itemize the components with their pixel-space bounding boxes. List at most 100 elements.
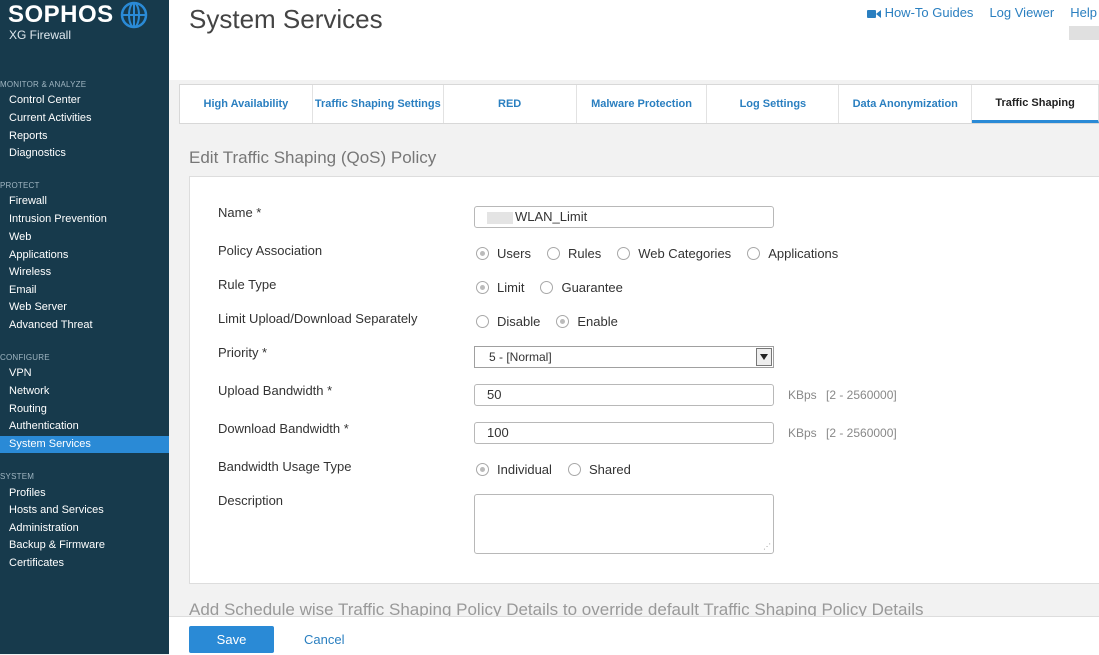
- user-menu[interactable]: [1069, 26, 1099, 40]
- radio-disable-control[interactable]: [476, 315, 489, 328]
- cancel-button[interactable]: Cancel: [304, 632, 344, 647]
- radio-enable-control[interactable]: [556, 315, 570, 328]
- save-button[interactable]: Save: [189, 626, 274, 653]
- nav-section-system: SYSTEM: [0, 472, 35, 481]
- radio-shared-control[interactable]: [567, 463, 581, 476]
- tab-log-settings[interactable]: Log Settings: [707, 85, 840, 123]
- tab-bar: High Availability Traffic Shaping Settin…: [179, 84, 1099, 124]
- sidebar-item-administration[interactable]: Administration: [0, 520, 169, 537]
- footer-bar: Save Cancel: [169, 616, 1099, 655]
- radio-enable[interactable]: Enable: [556, 314, 618, 329]
- radio-applications-label: Applications: [768, 246, 839, 261]
- name-label: Name *: [218, 205, 262, 220]
- upload-bandwidth-input[interactable]: 50: [474, 384, 774, 406]
- howto-guides-link[interactable]: How-To Guides: [866, 5, 974, 20]
- radio-rules-control[interactable]: [546, 247, 560, 260]
- upload-unit: KBps: [788, 388, 817, 402]
- radio-guarantee[interactable]: Guarantee: [540, 280, 623, 295]
- sidebar-item-wireless[interactable]: Wireless: [0, 264, 169, 281]
- rule-type-radios: Limit Guarantee: [476, 280, 639, 295]
- tab-data-anonymization[interactable]: Data Anonymization: [839, 85, 973, 123]
- description-textarea[interactable]: ⋰: [474, 494, 774, 554]
- nav-section-configure: CONFIGURE: [0, 353, 50, 362]
- radio-individual-label: Individual: [497, 462, 552, 477]
- sidebar-item-profiles[interactable]: Profiles: [0, 485, 169, 502]
- sidebar-item-authentication[interactable]: Authentication: [0, 418, 169, 435]
- name-input[interactable]: WLAN_Limit: [474, 206, 774, 228]
- sidebar-item-vpn[interactable]: VPN: [0, 365, 169, 382]
- radio-shared[interactable]: Shared: [567, 462, 631, 477]
- radio-individual[interactable]: Individual: [476, 462, 552, 477]
- radio-guarantee-label: Guarantee: [561, 280, 623, 295]
- sidebar-item-reports[interactable]: Reports: [0, 128, 169, 145]
- radio-limit-control[interactable]: [476, 281, 489, 294]
- radio-shared-label: Shared: [588, 462, 631, 477]
- priority-label: Priority *: [218, 345, 268, 360]
- logo-text: SOPHOS: [8, 1, 114, 28]
- radio-web-categories[interactable]: Web Categories: [617, 246, 731, 261]
- tab-traffic-shaping-settings[interactable]: Traffic Shaping Settings: [313, 85, 444, 123]
- sidebar-item-current-activities[interactable]: Current Activities: [0, 110, 169, 127]
- sidebar-item-certificates[interactable]: Certificates: [0, 555, 169, 572]
- radio-rules-label: Rules: [567, 246, 602, 261]
- radio-limit-label: Limit: [497, 280, 525, 295]
- howto-guides-label: How-To Guides: [884, 5, 974, 20]
- radio-rules[interactable]: Rules: [546, 246, 602, 261]
- form-panel: Name * WLAN_Limit Policy Association Use…: [189, 176, 1099, 584]
- sidebar-item-web[interactable]: Web: [0, 229, 169, 246]
- policy-association-label: Policy Association: [218, 243, 323, 258]
- download-bandwidth-input[interactable]: 100: [474, 422, 774, 444]
- sidebar-item-network[interactable]: Network: [0, 383, 169, 400]
- video-camera-icon: [866, 9, 881, 18]
- sophos-logo: SOPHOS: [8, 1, 148, 29]
- sidebar-item-email[interactable]: Email: [0, 282, 169, 299]
- usage-type-label: Bandwidth Usage Type: [218, 459, 352, 474]
- sidebar-item-routing[interactable]: Routing: [0, 401, 169, 418]
- usage-type-radios: Individual Shared: [476, 462, 647, 477]
- radio-users[interactable]: Users: [476, 246, 531, 261]
- tab-malware-protection[interactable]: Malware Protection: [577, 85, 708, 123]
- rule-type-label: Rule Type: [218, 277, 277, 292]
- sidebar-item-web-server[interactable]: Web Server: [0, 299, 169, 316]
- radio-disable[interactable]: Disable: [476, 314, 540, 329]
- radio-applications-control[interactable]: [747, 247, 761, 260]
- radio-users-control[interactable]: [476, 247, 489, 260]
- name-value: WLAN_Limit: [515, 209, 588, 224]
- radio-limit[interactable]: Limit: [476, 280, 524, 295]
- radio-web-categories-label: Web Categories: [638, 246, 732, 261]
- radio-web-categories-control[interactable]: [617, 247, 631, 260]
- sidebar-item-diagnostics[interactable]: Diagnostics: [0, 145, 169, 162]
- priority-select[interactable]: 5 - [Normal]: [474, 346, 774, 368]
- nav-section-protect: PROTECT: [0, 181, 40, 190]
- tab-high-availability[interactable]: High Availability: [180, 85, 313, 123]
- radio-applications[interactable]: Applications: [747, 246, 838, 261]
- page-title: System Services: [189, 4, 383, 34]
- sidebar-item-advanced-threat[interactable]: Advanced Threat: [0, 317, 169, 334]
- radio-individual-control[interactable]: [476, 463, 489, 476]
- priority-value: 5 - [Normal]: [489, 350, 552, 364]
- sidebar-item-system-services[interactable]: System Services: [0, 436, 169, 453]
- top-links: How-To Guides Log Viewer Help: [866, 5, 1099, 20]
- sidebar-item-firewall[interactable]: Firewall: [0, 193, 169, 210]
- help-link[interactable]: Help: [1070, 5, 1097, 20]
- log-viewer-link[interactable]: Log Viewer: [989, 5, 1054, 20]
- product-name: XG Firewall: [9, 28, 72, 42]
- sidebar: SOPHOS XG Firewall MONITOR & ANALYZE Con…: [0, 0, 169, 654]
- radio-enable-label: Enable: [577, 314, 618, 329]
- download-unit: KBps: [788, 426, 817, 440]
- sidebar-item-control-center[interactable]: Control Center: [0, 92, 169, 109]
- dropdown-arrow-icon[interactable]: [756, 348, 772, 366]
- form-heading: Edit Traffic Shaping (QoS) Policy: [189, 148, 437, 167]
- limit-separately-label: Limit Upload/Download Separately: [218, 311, 418, 326]
- radio-guarantee-control[interactable]: [540, 281, 554, 294]
- name-prefix-redacted: [487, 211, 513, 224]
- sidebar-item-applications[interactable]: Applications: [0, 247, 169, 264]
- sidebar-item-intrusion-prevention[interactable]: Intrusion Prevention: [0, 211, 169, 228]
- nav-section-monitor: MONITOR & ANALYZE: [0, 80, 87, 89]
- resize-grip-icon[interactable]: ⋰: [763, 543, 771, 551]
- tab-traffic-shaping[interactable]: Traffic Shaping: [972, 85, 1099, 123]
- sidebar-item-backup-firmware[interactable]: Backup & Firmware: [0, 537, 169, 554]
- tab-red[interactable]: RED: [444, 85, 577, 123]
- radio-disable-label: Disable: [497, 314, 541, 329]
- sidebar-item-hosts-and-services[interactable]: Hosts and Services: [0, 502, 169, 519]
